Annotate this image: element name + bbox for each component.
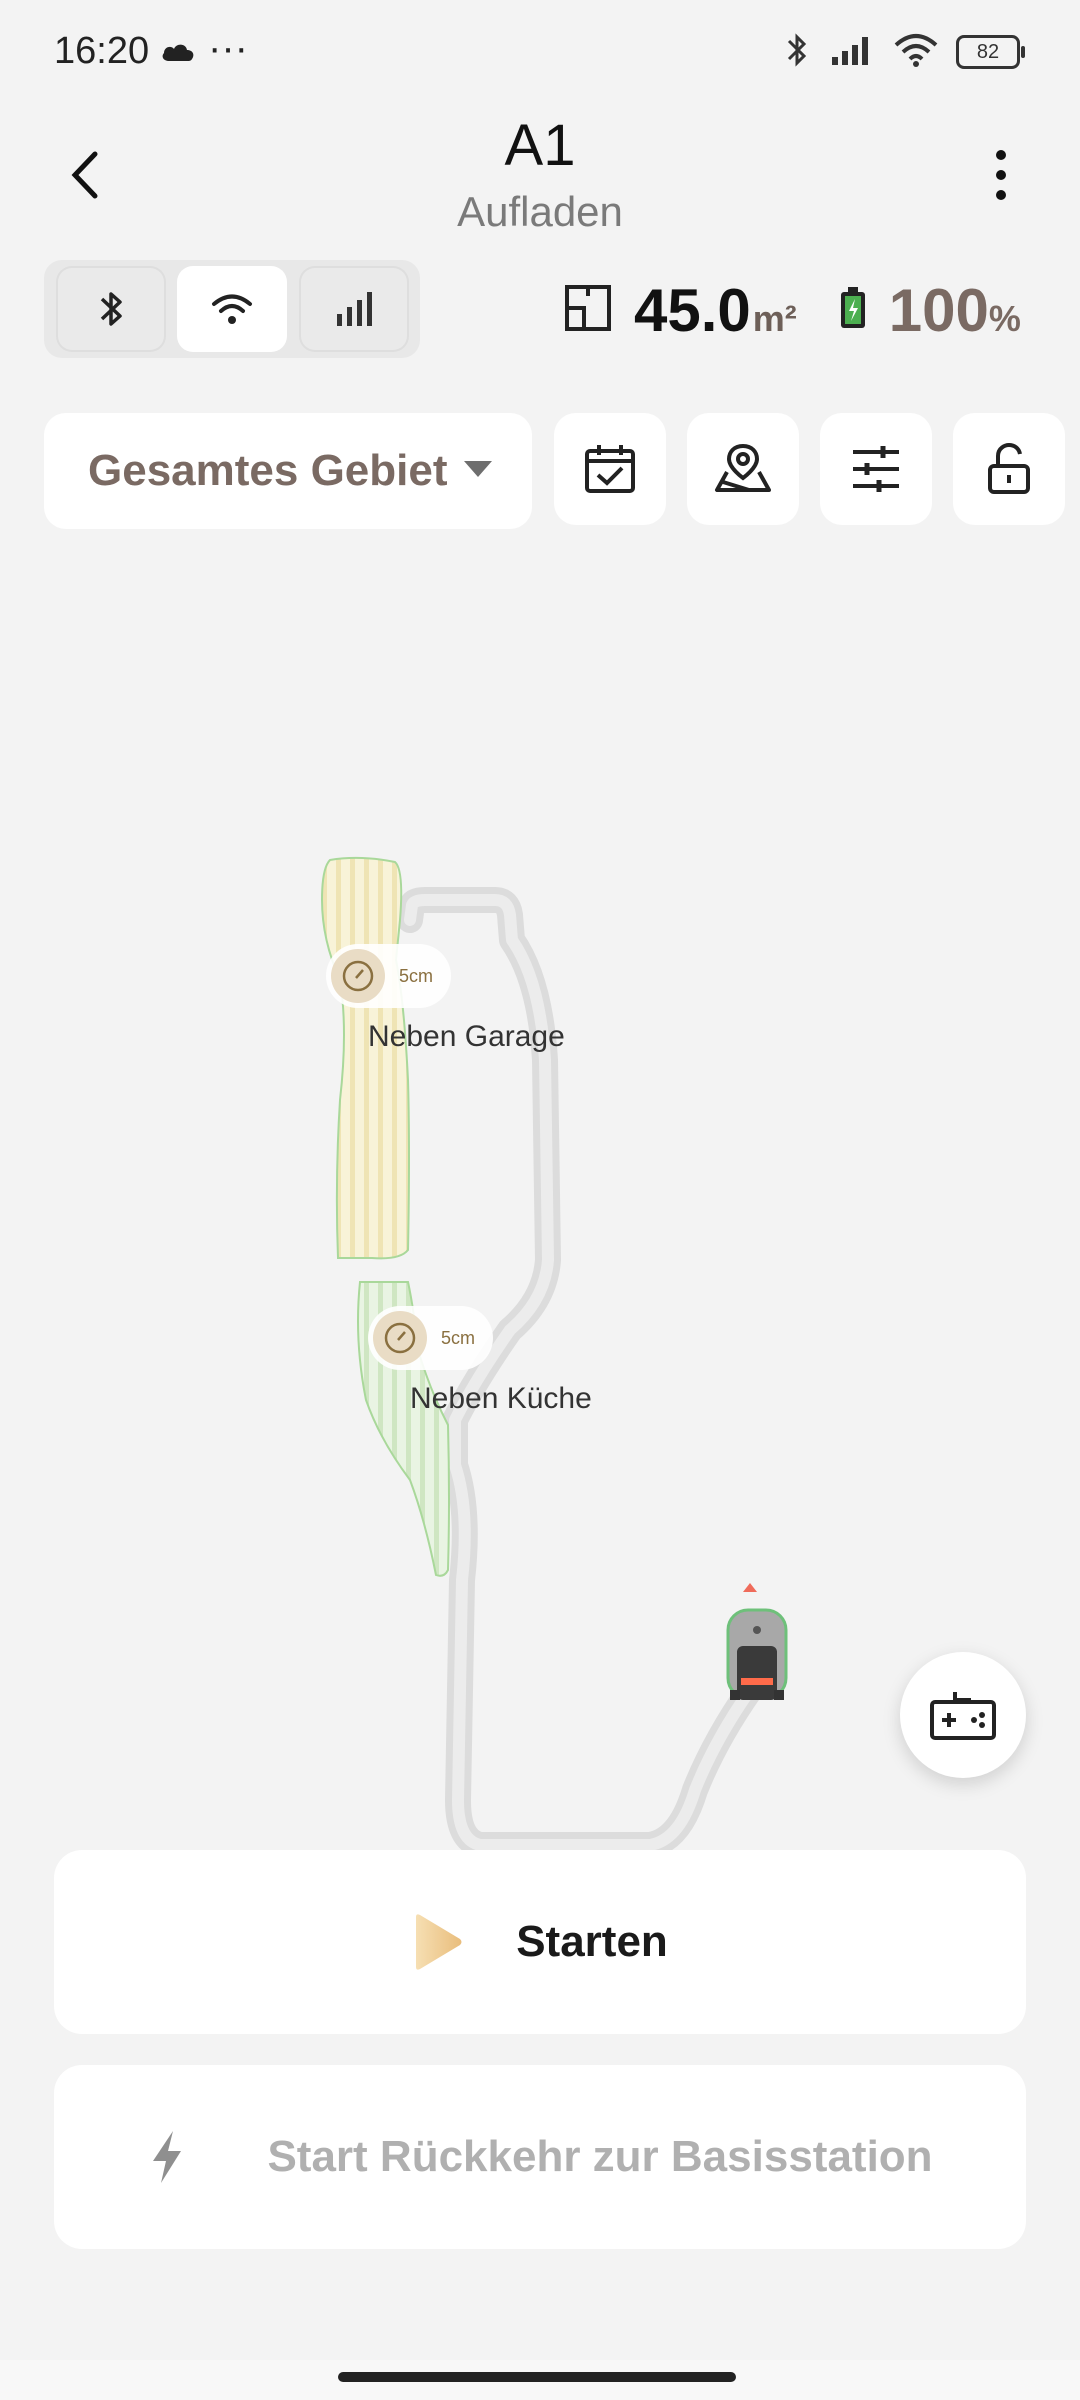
connection-bluetooth-button[interactable] [56,266,166,352]
settings-sliders-button[interactable] [820,413,932,525]
mowing-map[interactable]: 5cm Neben Garage 5cm Neben Küche [0,540,1080,1858]
zone-name-label: Neben Küche [410,1382,592,1415]
bluetooth-icon [782,30,812,75]
zone-selector-dropdown[interactable]: Gesamtes Gebiet [44,413,532,529]
compass-icon [331,949,385,1003]
more-vertical-icon [996,150,1006,200]
return-to-base-button[interactable]: Start Rückkehr zur Basisstation [54,2065,1026,2249]
mowed-area-value: 45.0 [634,276,751,344]
device-status: Aufladen [457,188,623,235]
gamepad-icon [930,1692,996,1740]
start-mowing-button[interactable]: Starten [54,1850,1026,2034]
status-bar: 16:20 ··· 82 [0,0,1080,110]
zone-selector-label: Gesamtes Gebiet [88,446,448,495]
schedule-button[interactable] [554,413,666,525]
cell-signal-icon [830,33,876,72]
area-icon [564,284,612,337]
cell-signal-icon [337,292,372,326]
start-mowing-label: Starten [516,1917,668,1966]
caret-down-icon [464,461,492,477]
wifi-icon [894,33,938,72]
device-stats: 45.0m² 100% [564,270,1021,350]
connection-mode-selector [44,260,420,358]
bluetooth-icon [100,292,122,326]
map-pin-icon [715,443,771,492]
status-more-dots: ··· [208,26,248,70]
phone-battery-indicator: 82 [956,35,1025,69]
battery-full-icon [839,286,867,335]
connection-wifi-button[interactable] [177,266,287,352]
map-edit-button[interactable] [687,413,799,525]
unlock-icon [988,442,1030,494]
lock-button[interactable] [953,413,1065,525]
status-time: 16:20 [54,30,150,72]
sliders-icon [853,446,899,492]
connection-cellular-button[interactable] [299,266,409,352]
calendar-check-icon [585,445,635,493]
zone-cut-height: 5cm [441,1327,476,1348]
more-options-button[interactable] [966,140,1036,210]
wifi-icon [212,294,252,324]
page-title: A1 [504,113,576,178]
map-canvas [320,856,788,1858]
mower-battery-value: 100 [888,276,989,344]
zone-neben-garage-area[interactable] [320,856,410,1260]
mower-battery-unit: % [988,297,1021,339]
play-icon [416,1914,462,1970]
return-to-base-label: Start Rückkehr zur Basisstation [267,2132,933,2181]
cloud-icon [160,40,196,67]
zone-height-chip[interactable]: 5cm [368,1306,494,1370]
manual-control-button[interactable] [900,1652,1026,1778]
lightning-icon [153,2131,182,2183]
home-indicator[interactable] [338,2372,736,2382]
zone-name-label: Neben Garage [368,1020,565,1053]
zone-cut-height: 5cm [399,965,434,986]
compass-icon [373,1311,427,1365]
status-right-icons: 82 [782,30,1025,75]
mower-marker[interactable] [726,1583,788,1700]
mowed-area-unit: m² [752,297,797,339]
zone-height-chip[interactable]: 5cm [326,944,452,1008]
